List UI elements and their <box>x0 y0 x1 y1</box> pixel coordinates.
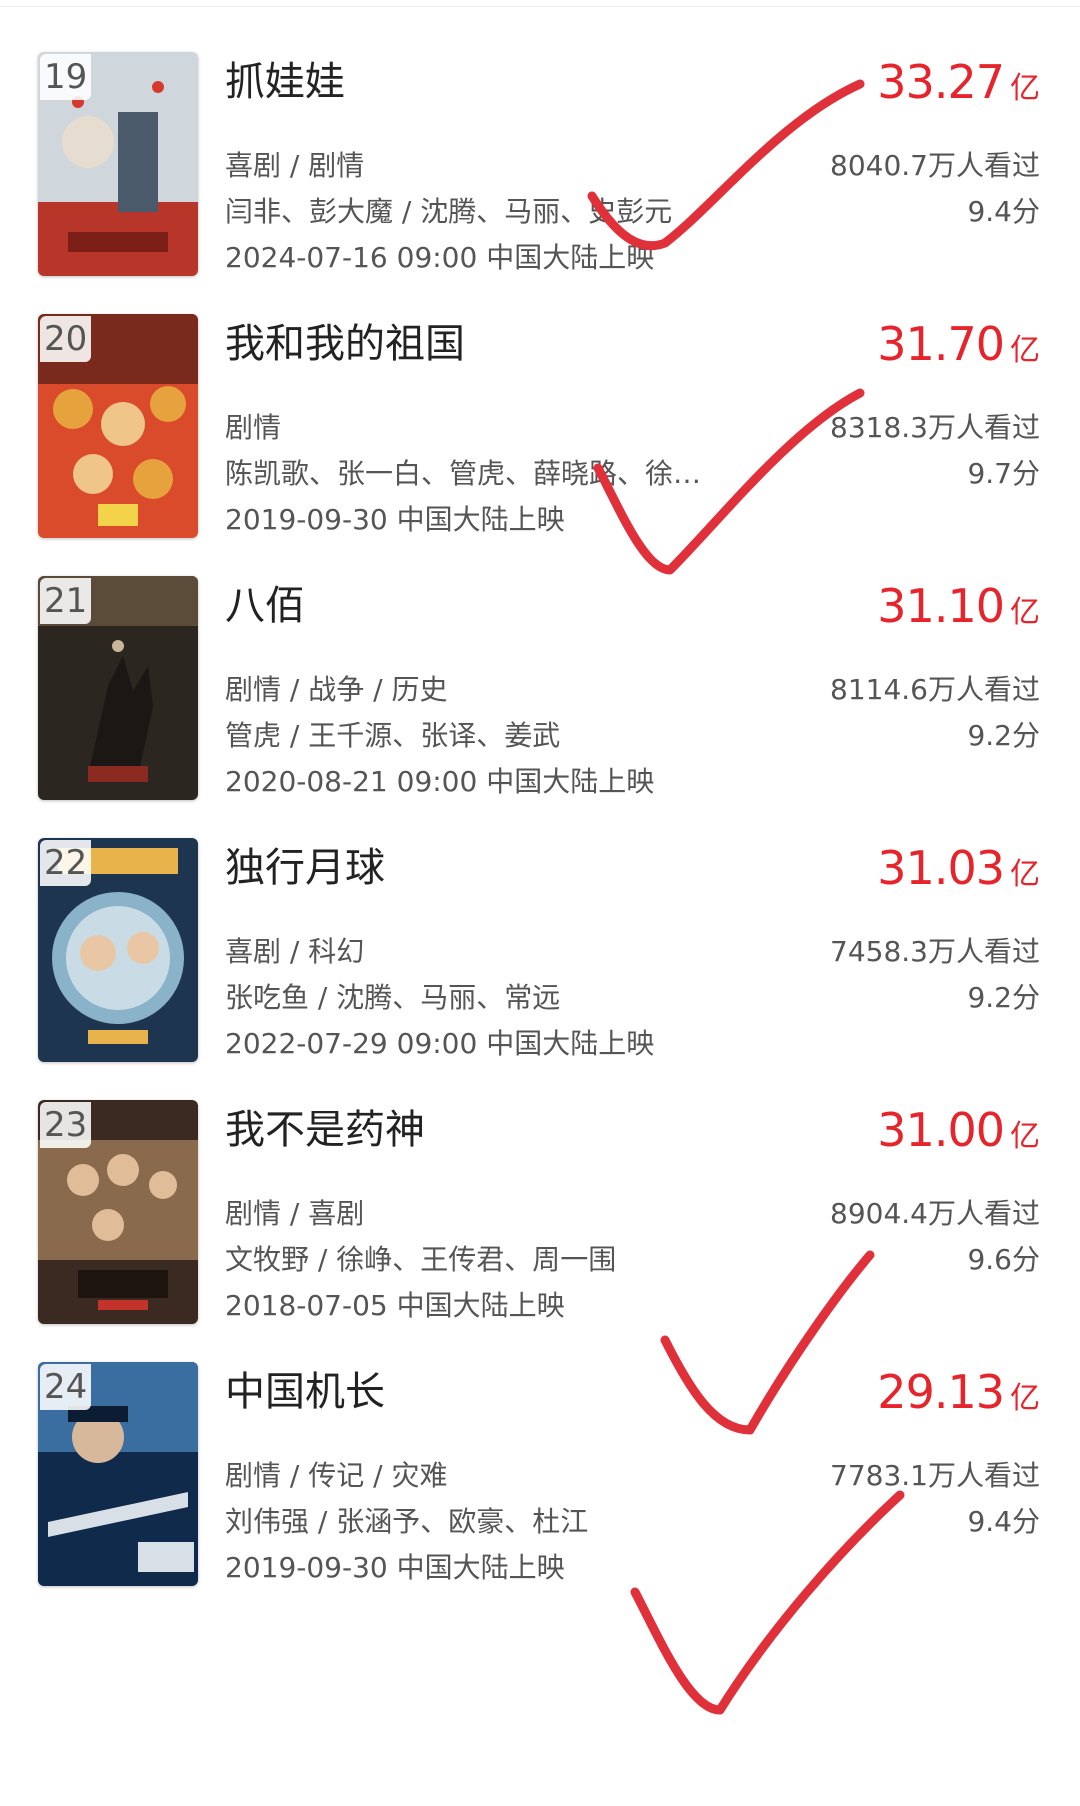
movie-cast: 张吃鱼 / 沈腾、马丽、常远 <box>225 981 561 1014</box>
movie-release-date: 2019-09-30 中国大陆上映 <box>225 1551 565 1584</box>
box-office-unit: 亿 <box>1010 71 1040 106</box>
movie-genre: 剧情 / 喜剧 <box>225 1197 365 1230</box>
movie-score: 9.2分 <box>967 719 1040 752</box>
box-office: 29.13 亿 <box>877 1362 1040 1422</box>
box-office-unit: 亿 <box>1010 333 1040 368</box>
viewer-count: 8904.4万人看过 <box>830 1197 1040 1230</box>
movie-score: 9.2分 <box>967 981 1040 1014</box>
movie-score: 9.4分 <box>967 195 1040 228</box>
box-office-value: 31.10 <box>877 579 1005 633</box>
movie-score: 9.4分 <box>967 1505 1040 1538</box>
movie-cast: 刘伟强 / 张涵予、欧豪、杜江 <box>225 1505 589 1538</box>
rank-badge: 21 <box>40 578 92 624</box>
box-office-unit: 亿 <box>1010 1119 1040 1154</box>
box-office: 31.03 亿 <box>877 838 1040 898</box>
box-office-value: 31.03 <box>877 841 1005 895</box>
movie-row-24[interactable]: 24 中国机长 剧情 / 传记 / 灾难 刘伟强 / 张涵予、欧豪、杜江 201… <box>0 1310 1080 1586</box>
rank-badge: 20 <box>40 316 92 362</box>
movie-cast: 管虎 / 王千源、张译、姜武 <box>225 719 561 752</box>
box-office: 31.00 亿 <box>877 1100 1040 1160</box>
viewer-count: 8114.6万人看过 <box>830 673 1040 706</box>
rank-badge: 19 <box>40 54 92 100</box>
box-office-unit: 亿 <box>1010 857 1040 892</box>
movie-genre: 喜剧 / 科幻 <box>225 935 365 968</box>
movie-cast: 陈凯歌、张一白、管虎、薛晓路、徐… <box>225 457 702 490</box>
movie-poster[interactable]: 22 <box>38 838 198 1062</box>
box-office-unit: 亿 <box>1010 595 1040 630</box>
movie-cast: 文牧野 / 徐峥、王传君、周一围 <box>225 1243 617 1276</box>
movie-poster[interactable]: 23 <box>38 1100 198 1324</box>
movie-title[interactable]: 我不是药神 <box>225 1104 425 1156</box>
viewer-count: 8040.7万人看过 <box>830 149 1040 182</box>
movie-score: 9.6分 <box>967 1243 1040 1276</box>
movie-cast: 闫非、彭大魔 / 沈腾、马丽、史彭元 <box>225 195 673 228</box>
rank-badge: 22 <box>40 840 92 886</box>
movie-genre: 剧情 <box>225 411 282 444</box>
movie-score: 9.7分 <box>967 457 1040 490</box>
movie-title[interactable]: 八佰 <box>225 580 305 632</box>
movie-row-20[interactable]: 20 我和我的祖国 剧情 陈凯歌、张一白、管虎、薛晓路、徐… 2019-09-3… <box>0 262 1080 538</box>
movie-title[interactable]: 中国机长 <box>225 1366 385 1418</box>
movie-poster[interactable]: 19 <box>38 52 198 276</box>
box-office-value: 31.00 <box>877 1103 1005 1157</box>
box-office-value: 31.70 <box>877 317 1005 371</box>
rank-badge: 23 <box>40 1102 92 1148</box>
viewer-count: 7458.3万人看过 <box>830 935 1040 968</box>
movie-poster[interactable]: 21 <box>38 576 198 800</box>
box-office-value: 33.27 <box>877 55 1005 109</box>
movie-title[interactable]: 抓娃娃 <box>225 56 345 108</box>
box-office: 33.27 亿 <box>877 52 1040 112</box>
box-office-unit: 亿 <box>1010 1381 1040 1416</box>
movie-genre: 剧情 / 传记 / 灾难 <box>225 1459 448 1492</box>
movie-row-21[interactable]: 21 八佰 剧情 / 战争 / 历史 管虎 / 王千源、张译、姜武 2020-0… <box>0 524 1080 800</box>
movie-row-23[interactable]: 23 我不是药神 剧情 / 喜剧 文牧野 / 徐峥、王传君、周一围 2018-0… <box>0 1048 1080 1324</box>
movie-genre: 喜剧 / 剧情 <box>225 149 365 182</box>
movie-title[interactable]: 独行月球 <box>225 842 385 894</box>
movie-poster[interactable]: 20 <box>38 314 198 538</box>
box-office: 31.70 亿 <box>877 314 1040 374</box>
box-office-value: 29.13 <box>877 1365 1005 1419</box>
movie-row-19[interactable]: 19 抓娃娃 喜剧 / 剧情 闫非、彭大魔 / 沈腾、马丽、史彭元 2024-0… <box>0 0 1080 276</box>
movie-poster[interactable]: 24 <box>38 1362 198 1586</box>
rank-badge: 24 <box>40 1364 92 1410</box>
movie-title[interactable]: 我和我的祖国 <box>225 318 465 370</box>
movie-genre: 剧情 / 战争 / 历史 <box>225 673 448 706</box>
viewer-count: 7783.1万人看过 <box>830 1459 1040 1492</box>
viewer-count: 8318.3万人看过 <box>830 411 1040 444</box>
movie-row-22[interactable]: 22 独行月球 喜剧 / 科幻 张吃鱼 / 沈腾、马丽、常远 2022-07-2… <box>0 786 1080 1062</box>
box-office: 31.10 亿 <box>877 576 1040 636</box>
